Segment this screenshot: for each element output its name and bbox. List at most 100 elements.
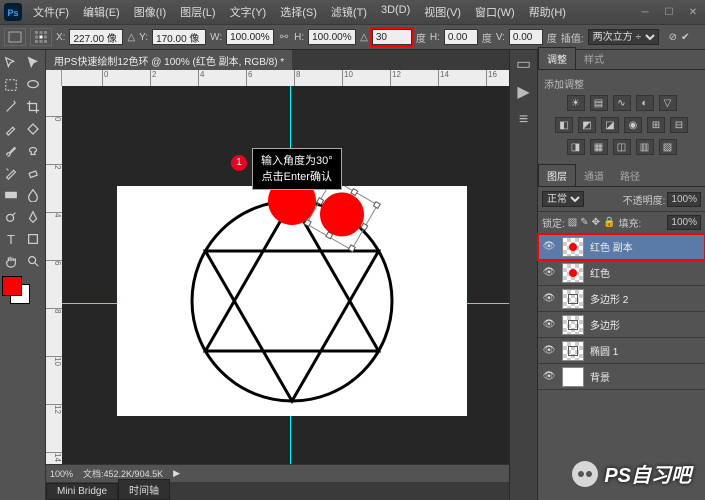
adj-levels-icon[interactable]: ▤ [590, 95, 608, 111]
layer-thumbnail[interactable] [562, 237, 584, 257]
lock-position-icon[interactable]: ✥ [592, 217, 600, 228]
adj-brightness-icon[interactable]: ☀ [567, 95, 585, 111]
layer-name[interactable]: 椭圆 1 [590, 343, 618, 358]
timeline-tab[interactable]: 时间轴 [118, 479, 170, 500]
ruler-horizontal[interactable]: 024681012141618 [62, 70, 509, 86]
opacity-value[interactable]: 100% [667, 192, 701, 207]
lock-all-icon[interactable]: 🔒 [603, 217, 615, 228]
lasso-tool-icon[interactable] [22, 74, 44, 96]
menu-help[interactable]: 帮助(H) [522, 0, 573, 24]
layer-thumbnail[interactable] [562, 263, 584, 283]
adj-threshold-icon[interactable]: ◫ [613, 139, 631, 155]
eraser-tool-icon[interactable] [22, 162, 44, 184]
layer-thumbnail[interactable] [562, 315, 584, 335]
adj-lookup-icon[interactable]: ⊟ [670, 117, 688, 133]
canvas[interactable] [117, 186, 467, 416]
layer-name[interactable]: 红色 [590, 265, 610, 280]
layer-row[interactable]: 👁 椭圆 1 [538, 338, 705, 364]
triangle-icon[interactable]: △ [127, 32, 135, 43]
menu-image[interactable]: 图像(I) [127, 0, 173, 24]
layer-row[interactable]: 👁 多边形 [538, 312, 705, 338]
doc-info-arrow-icon[interactable]: ▶ [173, 468, 180, 479]
mini-bridge-tab[interactable]: Mini Bridge [46, 483, 118, 500]
menu-layer[interactable]: 图层(L) [173, 0, 222, 24]
link-icon[interactable]: ⚯ [278, 28, 290, 46]
history-brush-tool-icon[interactable] [0, 162, 22, 184]
menu-type[interactable]: 文字(Y) [223, 0, 274, 24]
interp-select[interactable]: 两次立方 ÷ [588, 29, 659, 45]
window-close-icon[interactable]: ✕ [681, 3, 705, 21]
eyedropper-tool-icon[interactable] [0, 118, 22, 140]
patch-tool-icon[interactable] [22, 118, 44, 140]
adj-exposure-icon[interactable]: ◐ [636, 95, 654, 111]
paths-tab[interactable]: 路径 [612, 165, 648, 186]
marquee-tool-icon[interactable] [0, 74, 22, 96]
menu-edit[interactable]: 编辑(E) [76, 0, 127, 24]
layer-thumbnail[interactable] [562, 289, 584, 309]
layers-tab[interactable]: 图层 [538, 164, 576, 186]
visibility-eye-icon[interactable]: 👁 [542, 344, 556, 358]
ruler-origin[interactable] [46, 70, 62, 86]
menu-select[interactable]: 选择(S) [273, 0, 324, 24]
h-input[interactable]: 100.00% [308, 29, 356, 45]
visibility-eye-icon[interactable]: 👁 [542, 370, 556, 384]
path-select-tool-icon[interactable] [22, 52, 44, 74]
adj-map-icon[interactable]: ▥ [636, 139, 654, 155]
document-tab[interactable]: 用PS快速绘制12色环 @ 100% (红色 副本, RGB/8) * [46, 50, 292, 71]
hskew-input[interactable]: 0.00 [444, 29, 478, 45]
menu-3d[interactable]: 3D(D) [374, 0, 417, 24]
blur-tool-icon[interactable] [22, 184, 44, 206]
adj-invert-icon[interactable]: ◨ [567, 139, 585, 155]
adj-curves-icon[interactable]: ∿ [613, 95, 631, 111]
adj-hue-icon[interactable]: ◧ [555, 117, 573, 133]
stamp-tool-icon[interactable] [22, 140, 44, 162]
adjustments-tab[interactable]: 调整 [538, 47, 576, 69]
type-tool-icon[interactable]: T [0, 228, 22, 250]
styles-tab[interactable]: 样式 [576, 48, 612, 69]
x-input[interactable]: 227.00 像 [69, 29, 123, 45]
visibility-eye-icon[interactable]: 👁 [542, 240, 556, 254]
menu-window[interactable]: 窗口(W) [468, 0, 522, 24]
reference-point-icon[interactable] [30, 28, 52, 46]
move-tool-icon[interactable] [0, 52, 22, 74]
adj-photo-filter-icon[interactable]: ◉ [624, 117, 642, 133]
w-input[interactable]: 100.00% [226, 29, 274, 45]
window-minimize-icon[interactable]: ─ [633, 3, 657, 21]
dodge-tool-icon[interactable] [0, 206, 22, 228]
adj-bw-icon[interactable]: ◪ [601, 117, 619, 133]
cancel-transform-icon[interactable]: ⊘ [669, 32, 677, 43]
layer-thumbnail[interactable] [562, 341, 584, 361]
vskew-input[interactable]: 0.00 [509, 29, 543, 45]
blend-mode-select[interactable]: 正常 [542, 191, 584, 207]
fill-value[interactable]: 100% [667, 215, 701, 230]
crop-tool-icon[interactable] [22, 96, 44, 118]
visibility-eye-icon[interactable]: 👁 [542, 318, 556, 332]
foreground-color[interactable] [2, 276, 22, 296]
layer-name[interactable]: 红色 副本 [590, 239, 633, 254]
layer-thumbnail[interactable] [562, 367, 584, 387]
angle-input[interactable]: 30 [372, 29, 412, 45]
pen-tool-icon[interactable] [22, 206, 44, 228]
layer-name[interactable]: 背景 [590, 369, 610, 384]
lock-transparent-icon[interactable]: ▨ [568, 217, 577, 228]
menu-file[interactable]: 文件(F) [26, 0, 76, 24]
ruler-vertical[interactable]: 02468101214 [46, 86, 62, 464]
shape-tool-icon[interactable] [22, 228, 44, 250]
dock-play-icon[interactable]: ▶ [514, 84, 534, 100]
adj-balance-icon[interactable]: ◩ [578, 117, 596, 133]
visibility-eye-icon[interactable]: 👁 [542, 292, 556, 306]
dock-props-icon[interactable]: ≡ [514, 112, 534, 128]
wand-tool-icon[interactable] [0, 96, 22, 118]
zoom-tool-icon[interactable] [22, 250, 44, 272]
layer-name[interactable]: 多边形 2 [590, 291, 628, 306]
gradient-tool-icon[interactable] [0, 184, 22, 206]
window-maximize-icon[interactable]: ☐ [657, 3, 681, 21]
layer-row[interactable]: 👁 红色 副本 [538, 234, 705, 260]
layer-row[interactable]: 👁 多边形 2 [538, 286, 705, 312]
zoom-level[interactable]: 100% [50, 469, 73, 479]
y-input[interactable]: 170.00 像 [152, 29, 206, 45]
menu-view[interactable]: 视图(V) [417, 0, 468, 24]
lock-paint-icon[interactable]: ✎ [580, 217, 588, 228]
dock-history-icon[interactable]: ▭ [514, 56, 534, 72]
layer-name[interactable]: 多边形 [590, 317, 620, 332]
